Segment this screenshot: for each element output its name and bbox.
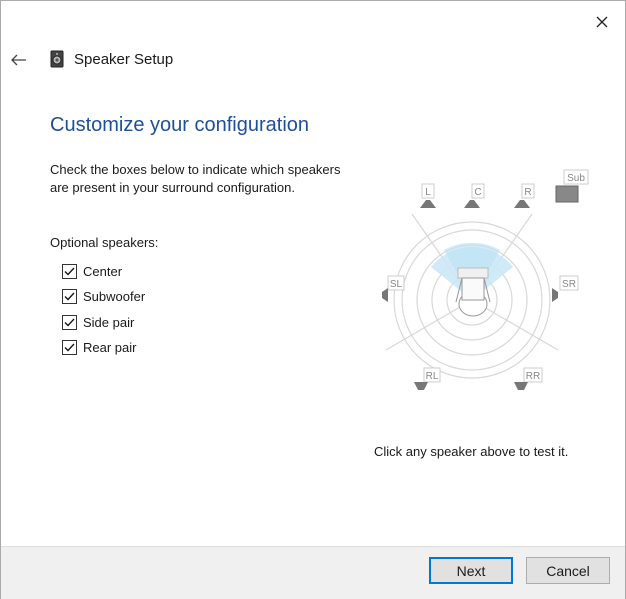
cancel-button[interactable]: Cancel bbox=[526, 557, 610, 584]
speaker-icon bbox=[514, 200, 530, 208]
speaker-label-rr: RR bbox=[526, 371, 540, 382]
close-button[interactable] bbox=[588, 8, 616, 36]
speaker-app-icon bbox=[48, 50, 66, 68]
test-speaker-hint: Click any speaker above to test it. bbox=[374, 444, 569, 459]
close-icon bbox=[596, 16, 608, 28]
speaker-icon bbox=[552, 288, 558, 302]
back-button[interactable] bbox=[6, 46, 34, 74]
optional-speakers-label: Optional speakers: bbox=[50, 235, 159, 250]
window-title: Speaker Setup bbox=[74, 51, 174, 68]
checkmark-icon bbox=[64, 267, 75, 275]
checkbox-side-pair[interactable]: Side pair bbox=[62, 313, 134, 331]
speaker-rear-left[interactable]: RL bbox=[414, 367, 441, 390]
listener-icon bbox=[455, 267, 491, 317]
speaker-label-rl: RL bbox=[426, 371, 439, 382]
speaker-label-sub: Sub bbox=[567, 173, 585, 184]
checkbox-label: Side pair bbox=[83, 314, 135, 330]
checkbox-label: Subwoofer bbox=[83, 288, 146, 304]
speaker-icon bbox=[420, 200, 436, 208]
speaker-label-r: R bbox=[524, 187, 531, 198]
checkbox-box[interactable] bbox=[62, 263, 77, 279]
checkmark-icon bbox=[64, 292, 75, 300]
checkbox-center[interactable]: Center bbox=[62, 262, 122, 280]
speaker-rear-right[interactable]: RR bbox=[514, 367, 543, 390]
speaker-icon bbox=[382, 288, 388, 302]
checkmark-icon bbox=[64, 318, 75, 326]
speaker-label-c: C bbox=[474, 187, 481, 198]
speaker-side-right[interactable]: SR bbox=[552, 275, 579, 302]
subwoofer-icon bbox=[555, 185, 579, 203]
checkbox-box[interactable] bbox=[62, 314, 77, 330]
checkmark-icon bbox=[64, 343, 75, 351]
page-heading: Customize your configuration bbox=[50, 114, 310, 136]
instructions-text: Check the boxes below to indicate which … bbox=[50, 162, 341, 195]
checkbox-label: Center bbox=[83, 263, 123, 279]
speaker-side-left[interactable]: SL bbox=[382, 275, 405, 302]
speaker-label-sr: SR bbox=[562, 279, 576, 290]
next-button[interactable]: Next bbox=[429, 557, 513, 584]
checkbox-subwoofer[interactable]: Subwoofer bbox=[62, 287, 145, 305]
checkbox-box[interactable] bbox=[62, 339, 77, 355]
back-arrow-icon bbox=[11, 54, 26, 66]
speaker-layout-diagram: L C R Sub SL SR RL RR bbox=[382, 169, 589, 390]
checkbox-rear-pair[interactable]: Rear pair bbox=[62, 338, 136, 356]
speaker-front-left[interactable]: L bbox=[420, 183, 436, 208]
speaker-icon bbox=[464, 200, 480, 208]
speaker-icon bbox=[514, 382, 528, 390]
checkbox-label: Rear pair bbox=[83, 339, 137, 355]
speaker-front-right[interactable]: R bbox=[514, 183, 535, 208]
speaker-subwoofer[interactable]: Sub bbox=[555, 169, 589, 203]
speaker-label-l: L bbox=[425, 187, 431, 198]
checkbox-box[interactable] bbox=[62, 288, 77, 304]
speaker-center[interactable]: C bbox=[464, 183, 485, 208]
speaker-icon bbox=[414, 382, 428, 390]
speaker-label-sl: SL bbox=[390, 279, 403, 290]
